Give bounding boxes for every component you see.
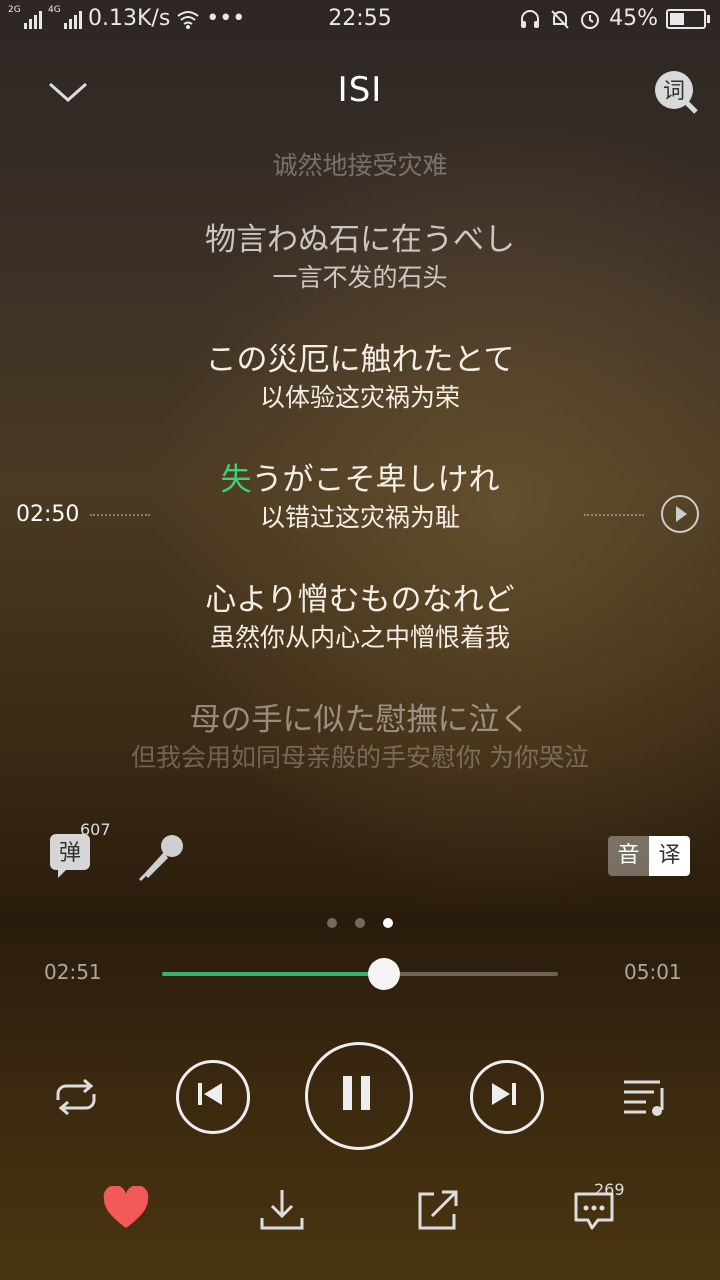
heart-icon — [103, 1186, 149, 1228]
progress-fill — [162, 972, 384, 976]
lyric-translation: 以体验这灾祸为荣 — [259, 383, 460, 412]
play-icon — [661, 495, 699, 533]
alarm-icon — [581, 10, 600, 29]
headset-icon — [521, 9, 540, 28]
page-dot — [355, 918, 365, 928]
lyric-line: この災厄に触れたとて — [205, 342, 515, 378]
status-bar: 2G 4G 0.13K/s ••• 22:55 45% — [0, 0, 720, 36]
battery-percent: 45% — [609, 6, 658, 31]
repeat-icon — [56, 1078, 96, 1116]
lyric-translation: 以错过这灾祸为耻 — [259, 503, 460, 532]
lyric-translation: 但我会用如同母亲般的手安慰你 为你哭泣 — [131, 743, 589, 772]
playlist-icon — [624, 1080, 664, 1116]
total-duration: 05:01 — [624, 960, 682, 984]
skip-next-icon — [492, 1083, 516, 1105]
progress-slider[interactable] — [162, 958, 558, 990]
lyric-line: 母の手に似た慰撫に泣く — [189, 702, 531, 738]
page-indicator — [0, 918, 720, 928]
download-icon — [260, 1190, 304, 1230]
seek-dotted-line — [90, 514, 150, 518]
comment-count: 269 — [594, 1180, 625, 1199]
pause-icon — [343, 1076, 370, 1110]
song-title: ISI — [337, 70, 383, 110]
download-button[interactable] — [258, 1188, 306, 1232]
microphone-icon — [138, 835, 183, 882]
elapsed-time: 02:51 — [44, 960, 102, 984]
lyric-translation: 虽然你从内心之中憎恨着我 — [209, 623, 510, 652]
karaoke-mic-button[interactable] — [136, 832, 186, 882]
play-from-line-button[interactable] — [660, 494, 700, 534]
lyric-line: 心より憎むものなれど — [205, 582, 515, 618]
svg-text:词: 词 — [663, 79, 685, 104]
page-dot — [327, 918, 337, 928]
share-icon — [418, 1190, 458, 1230]
share-button[interactable] — [414, 1188, 462, 1232]
previous-button[interactable] — [176, 1060, 250, 1134]
loop-mode-button[interactable] — [48, 1074, 104, 1120]
playlist-button[interactable] — [620, 1074, 670, 1120]
seek-time: 02:50 — [16, 502, 80, 527]
lyric-rest: うがこそ卑しけれ — [251, 462, 500, 498]
lyrics-view[interactable]: 诚然地接受灾难 物言わぬ石に在うべし 一言不发的石头 この災厄に触れたとて 以体… — [0, 148, 720, 820]
lyrics-search-button[interactable]: 词 — [654, 70, 698, 114]
next-button[interactable] — [470, 1060, 544, 1134]
lyric-mode-toggle[interactable]: 音 译 — [608, 836, 690, 876]
lyric-line-current: 失うがこそ卑しけれ — [0, 460, 720, 500]
lyric-highlight: 失 — [220, 462, 252, 498]
skip-previous-icon — [198, 1083, 222, 1105]
like-button[interactable] — [102, 1186, 150, 1230]
danmu-count: 607 — [80, 820, 111, 839]
lyric-translation: 一言不发的石头 — [272, 263, 448, 292]
lyrics-icon: 词 — [655, 71, 698, 114]
svg-text:弹: 弹 — [59, 841, 81, 866]
pause-button[interactable] — [305, 1042, 413, 1150]
lyric-translation: 诚然地接受灾难 — [272, 151, 448, 180]
lyric-line: 物言わぬ石に在うべし — [205, 222, 515, 258]
page-dot — [383, 918, 393, 928]
progress-thumb[interactable] — [367, 958, 400, 990]
seek-dotted-line — [584, 514, 644, 518]
toggle-phonetic[interactable]: 音 — [608, 836, 649, 876]
mute-bell-icon — [551, 9, 569, 29]
battery-icon — [666, 8, 710, 29]
toggle-translation[interactable]: 译 — [649, 836, 690, 876]
